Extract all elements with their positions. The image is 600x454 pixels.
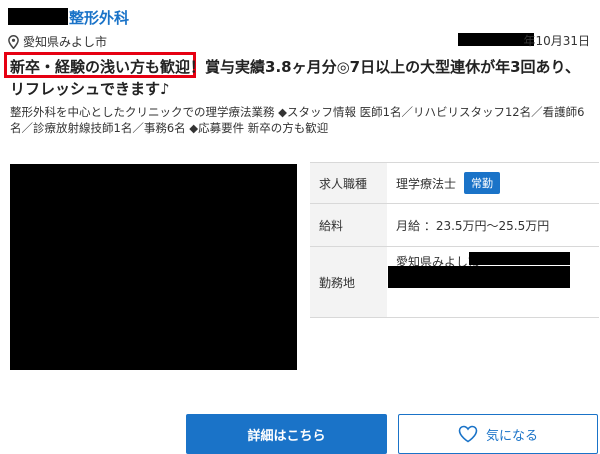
redacted-address — [469, 252, 570, 265]
employment-type-badge: 常勤 — [464, 172, 501, 194]
details-table: 求人職種 理学療法士 常勤 給料 月給 ：23.5万円〜25.5万円 勤務地 愛… — [310, 162, 599, 318]
workplace-label: 勤務地 — [310, 247, 387, 317]
job-type-value: 理学療法士 — [396, 176, 457, 191]
details-row-job-type: 求人職種 理学療法士 常勤 — [310, 163, 599, 204]
details-row-salary: 給料 月給 ：23.5万円〜25.5万円 — [310, 204, 599, 247]
favorite-button[interactable]: 気になる — [398, 414, 598, 454]
salary-value: 月給 ：23.5万円〜25.5万円 — [396, 218, 550, 233]
details-row-workplace: 勤務地 愛知県みよし市 — [310, 247, 599, 318]
listing-photo-redacted — [10, 164, 297, 370]
view-details-button[interactable]: 詳細はこちら — [186, 414, 387, 454]
job-type-label: 求人職種 — [310, 163, 387, 203]
location-text: 愛知県みよし市 — [23, 35, 108, 49]
heart-outline-icon — [458, 425, 478, 443]
map-pin-icon — [8, 34, 19, 49]
favorite-button-label: 気になる — [485, 428, 538, 444]
listing-description: 整形外科を中心としたクリニックでの理学療法業務 ◆スタッフ情報 医師1名／リハビ… — [10, 105, 585, 135]
posted-date: 年10月31日 — [523, 34, 590, 48]
redacted-clinic-name — [8, 8, 68, 25]
location-row: 愛知県みよし市 — [8, 33, 107, 50]
salary-label: 給料 — [310, 204, 387, 246]
clinic-title[interactable]: 整形外科 — [69, 7, 129, 28]
redacted-address-line2 — [388, 266, 570, 288]
listing-headline[interactable]: 新卒・経験の浅い方も歓迎！賞与実績3.8ヶ月分◎7日以上の大型連休が年3回あり、… — [10, 56, 590, 100]
